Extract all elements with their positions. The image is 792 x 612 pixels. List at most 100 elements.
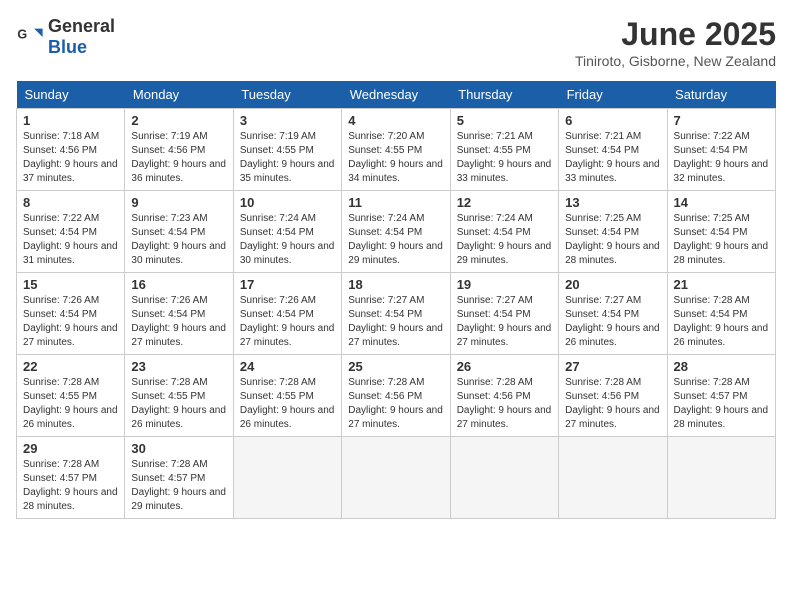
calendar-cell: 3 Sunrise: 7:19 AM Sunset: 4:55 PM Dayli…	[233, 109, 341, 191]
day-info: Sunrise: 7:21 AM Sunset: 4:55 PM Dayligh…	[457, 130, 552, 186]
calendar-cell: 25 Sunrise: 7:28 AM Sunset: 4:56 PM Dayl…	[342, 355, 450, 437]
day-info: Sunrise: 7:28 AM Sunset: 4:55 PM Dayligh…	[240, 376, 335, 432]
page-header: G General Blue June 2025 Tiniroto, Gisbo…	[16, 16, 776, 69]
logo-blue: Blue	[48, 37, 87, 57]
calendar-cell: 13 Sunrise: 7:25 AM Sunset: 4:54 PM Dayl…	[559, 191, 667, 273]
calendar-cell: 20 Sunrise: 7:27 AM Sunset: 4:54 PM Dayl…	[559, 273, 667, 355]
calendar-cell: 2 Sunrise: 7:19 AM Sunset: 4:56 PM Dayli…	[125, 109, 233, 191]
day-info: Sunrise: 7:22 AM Sunset: 4:54 PM Dayligh…	[23, 212, 118, 268]
calendar-cell: 4 Sunrise: 7:20 AM Sunset: 4:55 PM Dayli…	[342, 109, 450, 191]
calendar-cell: 11 Sunrise: 7:24 AM Sunset: 4:54 PM Dayl…	[342, 191, 450, 273]
day-info: Sunrise: 7:28 AM Sunset: 4:55 PM Dayligh…	[131, 376, 226, 432]
day-number: 8	[23, 195, 118, 210]
day-number: 2	[131, 113, 226, 128]
day-info: Sunrise: 7:27 AM Sunset: 4:54 PM Dayligh…	[457, 294, 552, 350]
day-number: 15	[23, 277, 118, 292]
calendar-cell: 14 Sunrise: 7:25 AM Sunset: 4:54 PM Dayl…	[667, 191, 775, 273]
calendar-cell: 8 Sunrise: 7:22 AM Sunset: 4:54 PM Dayli…	[17, 191, 125, 273]
calendar-cell: 26 Sunrise: 7:28 AM Sunset: 4:56 PM Dayl…	[450, 355, 558, 437]
week-row-1: 1 Sunrise: 7:18 AM Sunset: 4:56 PM Dayli…	[17, 109, 776, 191]
day-number: 3	[240, 113, 335, 128]
calendar-body: 1 Sunrise: 7:18 AM Sunset: 4:56 PM Dayli…	[17, 109, 776, 519]
day-number: 7	[674, 113, 769, 128]
day-number: 10	[240, 195, 335, 210]
day-number: 23	[131, 359, 226, 374]
day-number: 16	[131, 277, 226, 292]
day-number: 28	[674, 359, 769, 374]
day-number: 11	[348, 195, 443, 210]
day-info: Sunrise: 7:25 AM Sunset: 4:54 PM Dayligh…	[674, 212, 769, 268]
calendar-cell: 17 Sunrise: 7:26 AM Sunset: 4:54 PM Dayl…	[233, 273, 341, 355]
dow-thursday: Thursday	[450, 81, 558, 109]
logo-icon: G	[16, 23, 44, 51]
day-info: Sunrise: 7:28 AM Sunset: 4:57 PM Dayligh…	[674, 376, 769, 432]
calendar-cell: 7 Sunrise: 7:22 AM Sunset: 4:54 PM Dayli…	[667, 109, 775, 191]
calendar-cell: 21 Sunrise: 7:28 AM Sunset: 4:54 PM Dayl…	[667, 273, 775, 355]
week-row-2: 8 Sunrise: 7:22 AM Sunset: 4:54 PM Dayli…	[17, 191, 776, 273]
calendar-cell: 12 Sunrise: 7:24 AM Sunset: 4:54 PM Dayl…	[450, 191, 558, 273]
day-info: Sunrise: 7:20 AM Sunset: 4:55 PM Dayligh…	[348, 130, 443, 186]
calendar-cell: 22 Sunrise: 7:28 AM Sunset: 4:55 PM Dayl…	[17, 355, 125, 437]
calendar-cell: 27 Sunrise: 7:28 AM Sunset: 4:56 PM Dayl…	[559, 355, 667, 437]
month-title: June 2025	[575, 16, 776, 53]
calendar-cell	[667, 437, 775, 519]
day-info: Sunrise: 7:28 AM Sunset: 4:54 PM Dayligh…	[674, 294, 769, 350]
day-info: Sunrise: 7:28 AM Sunset: 4:56 PM Dayligh…	[565, 376, 660, 432]
day-number: 5	[457, 113, 552, 128]
dow-friday: Friday	[559, 81, 667, 109]
calendar-cell	[233, 437, 341, 519]
day-info: Sunrise: 7:22 AM Sunset: 4:54 PM Dayligh…	[674, 130, 769, 186]
day-number: 26	[457, 359, 552, 374]
calendar-cell: 6 Sunrise: 7:21 AM Sunset: 4:54 PM Dayli…	[559, 109, 667, 191]
day-number: 17	[240, 277, 335, 292]
svg-text:G: G	[17, 27, 27, 41]
calendar-cell	[450, 437, 558, 519]
calendar-cell: 10 Sunrise: 7:24 AM Sunset: 4:54 PM Dayl…	[233, 191, 341, 273]
dow-monday: Monday	[125, 81, 233, 109]
day-number: 19	[457, 277, 552, 292]
dow-saturday: Saturday	[667, 81, 775, 109]
calendar-cell: 30 Sunrise: 7:28 AM Sunset: 4:57 PM Dayl…	[125, 437, 233, 519]
day-info: Sunrise: 7:19 AM Sunset: 4:55 PM Dayligh…	[240, 130, 335, 186]
dow-wednesday: Wednesday	[342, 81, 450, 109]
dow-tuesday: Tuesday	[233, 81, 341, 109]
day-info: Sunrise: 7:27 AM Sunset: 4:54 PM Dayligh…	[348, 294, 443, 350]
day-number: 25	[348, 359, 443, 374]
day-info: Sunrise: 7:28 AM Sunset: 4:55 PM Dayligh…	[23, 376, 118, 432]
calendar-cell: 5 Sunrise: 7:21 AM Sunset: 4:55 PM Dayli…	[450, 109, 558, 191]
day-number: 1	[23, 113, 118, 128]
calendar-table: SundayMondayTuesdayWednesdayThursdayFrid…	[16, 81, 776, 519]
day-info: Sunrise: 7:28 AM Sunset: 4:57 PM Dayligh…	[131, 458, 226, 514]
day-number: 18	[348, 277, 443, 292]
day-number: 30	[131, 441, 226, 456]
day-info: Sunrise: 7:28 AM Sunset: 4:56 PM Dayligh…	[348, 376, 443, 432]
logo: G General Blue	[16, 16, 115, 58]
day-number: 6	[565, 113, 660, 128]
calendar-cell: 15 Sunrise: 7:26 AM Sunset: 4:54 PM Dayl…	[17, 273, 125, 355]
calendar-cell: 23 Sunrise: 7:28 AM Sunset: 4:55 PM Dayl…	[125, 355, 233, 437]
day-number: 13	[565, 195, 660, 210]
logo-general: General	[48, 16, 115, 36]
day-number: 9	[131, 195, 226, 210]
day-info: Sunrise: 7:24 AM Sunset: 4:54 PM Dayligh…	[240, 212, 335, 268]
calendar-cell	[559, 437, 667, 519]
day-number: 20	[565, 277, 660, 292]
calendar-cell: 28 Sunrise: 7:28 AM Sunset: 4:57 PM Dayl…	[667, 355, 775, 437]
day-info: Sunrise: 7:26 AM Sunset: 4:54 PM Dayligh…	[23, 294, 118, 350]
day-number: 27	[565, 359, 660, 374]
day-info: Sunrise: 7:24 AM Sunset: 4:54 PM Dayligh…	[348, 212, 443, 268]
day-number: 24	[240, 359, 335, 374]
calendar-cell: 19 Sunrise: 7:27 AM Sunset: 4:54 PM Dayl…	[450, 273, 558, 355]
day-info: Sunrise: 7:28 AM Sunset: 4:57 PM Dayligh…	[23, 458, 118, 514]
day-number: 22	[23, 359, 118, 374]
day-info: Sunrise: 7:26 AM Sunset: 4:54 PM Dayligh…	[131, 294, 226, 350]
calendar-cell: 29 Sunrise: 7:28 AM Sunset: 4:57 PM Dayl…	[17, 437, 125, 519]
calendar-cell: 1 Sunrise: 7:18 AM Sunset: 4:56 PM Dayli…	[17, 109, 125, 191]
day-info: Sunrise: 7:28 AM Sunset: 4:56 PM Dayligh…	[457, 376, 552, 432]
day-info: Sunrise: 7:24 AM Sunset: 4:54 PM Dayligh…	[457, 212, 552, 268]
day-info: Sunrise: 7:21 AM Sunset: 4:54 PM Dayligh…	[565, 130, 660, 186]
title-area: June 2025 Tiniroto, Gisborne, New Zealan…	[575, 16, 776, 69]
calendar-cell: 24 Sunrise: 7:28 AM Sunset: 4:55 PM Dayl…	[233, 355, 341, 437]
day-number: 12	[457, 195, 552, 210]
dow-sunday: Sunday	[17, 81, 125, 109]
